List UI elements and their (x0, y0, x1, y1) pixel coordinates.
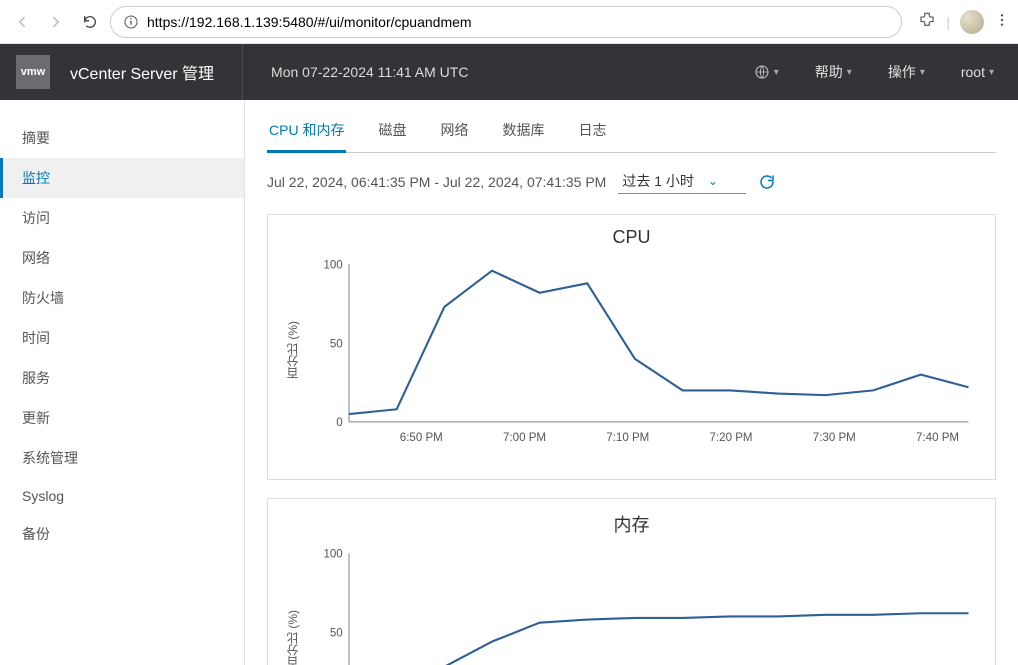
tab[interactable]: 数据库 (500, 120, 546, 152)
extensions-icon[interactable] (918, 11, 936, 32)
tab[interactable]: CPU 和内存 (267, 120, 346, 153)
svg-text:7:30 PM: 7:30 PM (813, 432, 856, 444)
y-axis-label: 百分比 (%) (284, 256, 301, 445)
sidebar-item[interactable]: 网络 (0, 238, 244, 278)
sidebar-item[interactable]: 访问 (0, 198, 244, 238)
profile-avatar[interactable] (960, 10, 984, 34)
refresh-icon (758, 173, 776, 191)
sidebar-item[interactable]: 时间 (0, 318, 244, 358)
svg-text:7:40 PM: 7:40 PM (916, 432, 959, 444)
tab[interactable]: 网络 (438, 120, 470, 152)
svg-text:7:10 PM: 7:10 PM (606, 432, 649, 444)
chevron-down-icon: ▾ (847, 67, 852, 78)
sidebar-item[interactable]: 摘要 (0, 118, 244, 158)
svg-text:6:50 PM: 6:50 PM (400, 432, 443, 444)
svg-text:50: 50 (330, 627, 343, 639)
vmw-logo: vmw (16, 55, 50, 89)
url-input[interactable] (147, 14, 889, 30)
tabs: CPU 和内存磁盘网络数据库日志 (267, 120, 996, 153)
svg-text:7:20 PM: 7:20 PM (710, 432, 753, 444)
cpu-chart: CPU 百分比 (%) 0 50 100 6:50 PM 7:00 PM 7:10 PM… (267, 214, 996, 480)
chart-title: CPU (284, 227, 979, 248)
sidebar-item[interactable]: 防火墙 (0, 278, 244, 318)
y-axis-label: 百分比 (%) (284, 545, 301, 665)
tab[interactable]: 磁盘 (376, 120, 408, 152)
sidebar: 摘要监控访问网络防火墙时间服务更新系统管理Syslog备份 (0, 100, 245, 665)
refresh-button[interactable] (758, 173, 776, 191)
sidebar-item[interactable]: 系统管理 (0, 438, 244, 478)
language-menu[interactable]: ▾ (746, 64, 787, 80)
time-range-text: Jul 22, 2024, 06:41:35 PM - Jul 22, 2024… (267, 174, 606, 190)
svg-text:100: 100 (323, 260, 342, 272)
reload-button[interactable] (76, 8, 104, 36)
main-content: CPU 和内存磁盘网络数据库日志 Jul 22, 2024, 06:41:35 … (245, 100, 1018, 665)
globe-icon (754, 64, 770, 80)
svg-text:100: 100 (323, 549, 342, 561)
svg-text:0: 0 (336, 417, 342, 429)
address-bar[interactable] (110, 6, 902, 38)
actions-menu[interactable]: 操作▾ (880, 62, 933, 82)
back-button[interactable] (8, 8, 36, 36)
svg-text:7:00 PM: 7:00 PM (503, 432, 546, 444)
cpu-plot: 0 50 100 6:50 PM 7:00 PM 7:10 PM 7:20 PM 7:30 … (307, 256, 979, 445)
svg-text:50: 50 (330, 338, 343, 350)
memory-chart: 内存 百分比 (%) 050100 6:50 PM7:00 PM7:10 PM7… (267, 498, 996, 665)
chevron-down-icon: ▾ (774, 67, 779, 78)
forward-button[interactable] (42, 8, 70, 36)
user-menu[interactable]: root▾ (953, 64, 1002, 80)
tab[interactable]: 日志 (576, 120, 608, 152)
header-datetime: Mon 07-22-2024 11:41 AM UTC (271, 64, 468, 80)
time-range-row: Jul 22, 2024, 06:41:35 PM - Jul 22, 2024… (267, 169, 996, 194)
memory-plot: 050100 6:50 PM7:00 PM7:10 PM7:20 PM7:30 … (307, 545, 979, 665)
sidebar-item[interactable]: Syslog (0, 478, 244, 514)
browser-menu-icon[interactable] (994, 12, 1010, 31)
chart-title: 内存 (284, 511, 979, 537)
time-range-select[interactable]: 过去 1 小时 ⌄ (618, 169, 746, 194)
chevron-down-icon: ▾ (920, 67, 925, 78)
sidebar-item[interactable]: 服务 (0, 358, 244, 398)
site-info-icon[interactable] (123, 14, 139, 30)
chevron-down-icon: ⌄ (708, 174, 718, 188)
help-menu[interactable]: 帮助▾ (807, 62, 860, 82)
app-header: vmw vCenter Server 管理 Mon 07-22-2024 11:… (0, 44, 1018, 100)
chevron-down-icon: ▾ (989, 67, 994, 78)
sidebar-item[interactable]: 更新 (0, 398, 244, 438)
browser-toolbar: | (0, 0, 1018, 44)
sidebar-item[interactable]: 监控 (0, 158, 244, 198)
sidebar-item[interactable]: 备份 (0, 514, 244, 554)
app-title: vCenter Server 管理 (70, 60, 214, 84)
